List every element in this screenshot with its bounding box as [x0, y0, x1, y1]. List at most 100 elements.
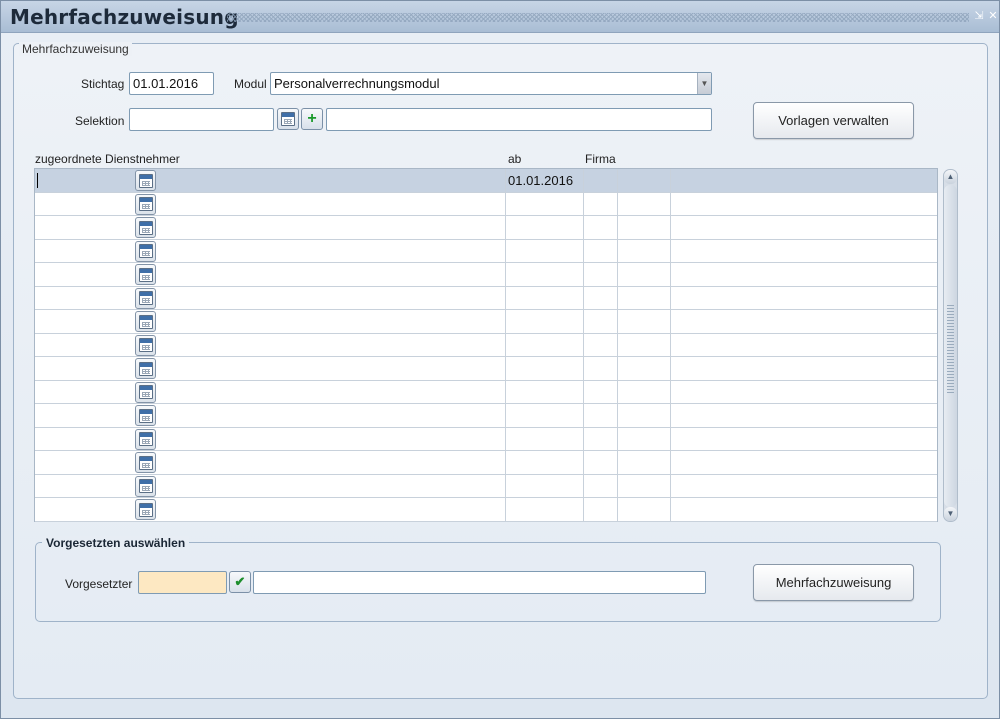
modul-select[interactable]: Personalverrechnungsmodul ▼: [270, 72, 712, 95]
selektion-lookup-button[interactable]: [277, 108, 299, 130]
cell-firma[interactable]: [584, 451, 618, 474]
cell-firma-name[interactable]: [618, 286, 671, 309]
row-lookup-button[interactable]: [135, 334, 156, 356]
cell-ab[interactable]: [506, 216, 584, 239]
table-row[interactable]: [35, 333, 937, 357]
table-row[interactable]: [35, 380, 937, 404]
row-lookup-button[interactable]: [135, 287, 156, 309]
scroll-down-icon[interactable]: ▼: [944, 507, 957, 521]
vorlagen-verwalten-button[interactable]: Vorlagen verwalten: [753, 102, 914, 139]
table-row[interactable]: [35, 498, 937, 522]
row-lookup-button[interactable]: [135, 217, 156, 238]
table-row[interactable]: [35, 192, 937, 216]
cell-firma-name[interactable]: [618, 498, 671, 521]
row-lookup-button[interactable]: [135, 452, 156, 473]
cell-ab[interactable]: [506, 192, 584, 215]
row-lookup-button[interactable]: [135, 475, 156, 497]
table-row[interactable]: [35, 239, 937, 263]
cell-ab[interactable]: [506, 239, 584, 262]
table-row[interactable]: [35, 216, 937, 240]
cell-dienstnehmer[interactable]: [35, 357, 506, 380]
row-lookup-button[interactable]: [135, 193, 156, 215]
cell-firma[interactable]: [584, 474, 618, 497]
selektion-add-button[interactable]: +: [301, 108, 323, 130]
cell-firma[interactable]: [584, 380, 618, 403]
cell-firma[interactable]: [584, 310, 618, 333]
cell-firma-name[interactable]: [618, 474, 671, 497]
cell-dienstnehmer[interactable]: [35, 263, 506, 286]
cell-dienstnehmer[interactable]: [35, 427, 506, 450]
minimize-icon[interactable]: ⇲: [973, 10, 985, 22]
row-lookup-button[interactable]: [135, 311, 156, 332]
scroll-thumb[interactable]: [944, 185, 957, 507]
cell-firma[interactable]: [584, 216, 618, 239]
cell-dienstnehmer[interactable]: [35, 380, 506, 403]
cell-firma[interactable]: [584, 192, 618, 215]
row-lookup-button[interactable]: [135, 264, 156, 285]
cell-ab[interactable]: [506, 427, 584, 450]
cell-ab[interactable]: [506, 404, 584, 427]
cell-firma-name[interactable]: [618, 357, 671, 380]
vorgesetzter-name-field[interactable]: [253, 571, 706, 594]
cell-ab[interactable]: [506, 380, 584, 403]
cell-firma[interactable]: [584, 239, 618, 262]
row-lookup-button[interactable]: [135, 405, 156, 426]
cell-dienstnehmer[interactable]: [35, 451, 506, 474]
table-row[interactable]: 01.01.2016: [35, 169, 937, 193]
cell-dienstnehmer[interactable]: [35, 192, 506, 215]
table-row[interactable]: [35, 263, 937, 287]
cell-firma-name[interactable]: [618, 404, 671, 427]
cell-firma[interactable]: [584, 404, 618, 427]
table-row[interactable]: [35, 427, 937, 451]
cell-firma[interactable]: [584, 286, 618, 309]
cell-ab[interactable]: [506, 286, 584, 309]
cell-ab[interactable]: [506, 310, 584, 333]
cell-dienstnehmer[interactable]: [35, 310, 506, 333]
cell-dienstnehmer[interactable]: [35, 239, 506, 262]
cell-firma-name[interactable]: [618, 427, 671, 450]
cell-firma[interactable]: [584, 169, 618, 192]
table-row[interactable]: [35, 310, 937, 334]
cell-firma[interactable]: [584, 333, 618, 356]
row-lookup-button[interactable]: [135, 240, 156, 262]
table-row[interactable]: [35, 451, 937, 475]
row-lookup-button[interactable]: [135, 170, 156, 191]
cell-firma-name[interactable]: [618, 239, 671, 262]
cell-ab[interactable]: [506, 498, 584, 521]
cell-dienstnehmer[interactable]: [35, 404, 506, 427]
cell-ab[interactable]: [506, 451, 584, 474]
cell-firma[interactable]: [584, 357, 618, 380]
cell-firma-name[interactable]: [618, 169, 671, 192]
cell-dienstnehmer[interactable]: [35, 216, 506, 239]
cell-ab[interactable]: [506, 333, 584, 356]
stichtag-input[interactable]: 01.01.2016: [129, 72, 214, 95]
chevron-down-icon[interactable]: ▼: [697, 73, 711, 94]
cell-dienstnehmer[interactable]: [35, 498, 506, 521]
cell-ab[interactable]: [506, 263, 584, 286]
table-row[interactable]: [35, 357, 937, 381]
selektion-description-field[interactable]: [326, 108, 712, 131]
table-row[interactable]: [35, 404, 937, 428]
table-scrollbar[interactable]: ▲ ▼: [943, 169, 958, 522]
row-lookup-button[interactable]: [135, 381, 156, 403]
mehrfachzuweisung-button[interactable]: Mehrfachzuweisung: [753, 564, 914, 601]
vorgesetzter-code-input[interactable]: [138, 571, 227, 594]
close-icon[interactable]: ✕: [987, 10, 999, 22]
cell-firma-name[interactable]: [618, 380, 671, 403]
cell-firma[interactable]: [584, 427, 618, 450]
cell-dienstnehmer[interactable]: [35, 286, 506, 309]
selektion-input[interactable]: [129, 108, 274, 131]
row-lookup-button[interactable]: [135, 358, 156, 379]
row-lookup-button[interactable]: [135, 428, 156, 450]
cell-ab[interactable]: [506, 474, 584, 497]
cell-firma-name[interactable]: [618, 263, 671, 286]
scroll-up-icon[interactable]: ▲: [944, 170, 957, 184]
vorgesetzter-confirm-button[interactable]: ✔: [229, 571, 251, 593]
table-row[interactable]: [35, 474, 937, 498]
row-lookup-button[interactable]: [135, 499, 156, 520]
table-row[interactable]: [35, 286, 937, 310]
cell-ab[interactable]: 01.01.2016: [506, 169, 584, 192]
cell-dienstnehmer[interactable]: [35, 169, 506, 192]
cell-firma-name[interactable]: [618, 192, 671, 215]
cell-firma-name[interactable]: [618, 216, 671, 239]
